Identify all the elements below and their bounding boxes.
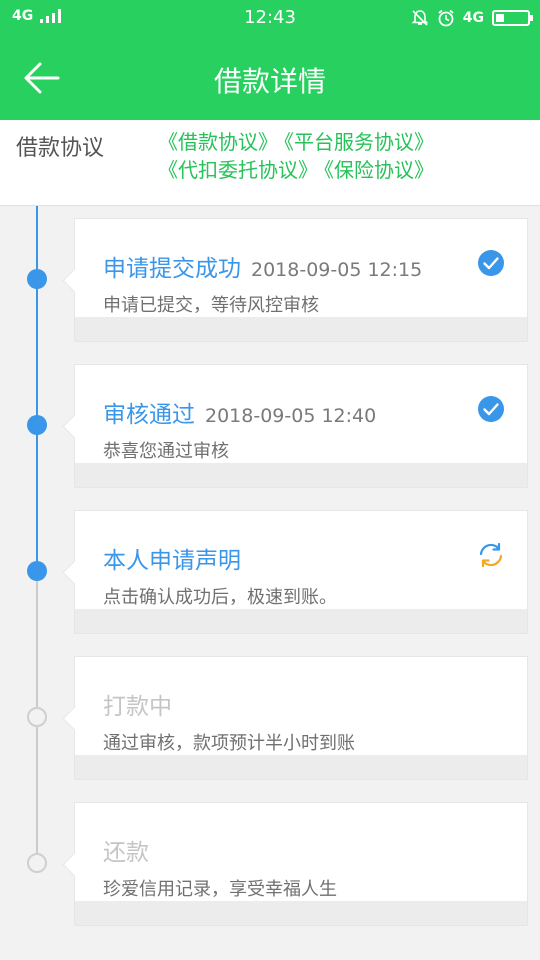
- step-description: 通过审核，款项预计半小时到账: [103, 733, 355, 754]
- status-right: 4G: [411, 7, 533, 29]
- timeline-card-personal-declaration[interactable]: 本人申请声明 点击确认成功后，极速到账。: [74, 510, 528, 634]
- timeline-line-completed: [36, 206, 38, 571]
- agreement-links: 《借款协议》 《平台服务协议》 《代扣委托协议》 《保险协议》: [158, 128, 530, 184]
- progress-timeline: 申请提交成功 2018-09-05 12:15 申请已提交，等待风控审核 审核通过…: [0, 206, 540, 960]
- step-description: 恭喜您通过审核: [103, 441, 229, 462]
- battery-icon: [492, 10, 533, 26]
- step-description: 点击确认成功后，极速到账。: [103, 587, 337, 608]
- mute-bell-icon: [411, 10, 429, 26]
- step-title: 还款: [103, 840, 149, 866]
- card-footer: [75, 317, 527, 341]
- timeline-dot-done: [27, 269, 47, 289]
- step-heading: 申请提交成功 2018-09-05 12:15: [103, 249, 422, 283]
- timeline-card-application-submitted: 申请提交成功 2018-09-05 12:15 申请已提交，等待风控审核: [74, 218, 528, 342]
- refresh-icon[interactable]: [477, 541, 505, 569]
- step-description: 申请已提交，等待风控审核: [103, 295, 319, 316]
- step-description: 珍爱信用记录，享受幸福人生: [103, 879, 337, 900]
- timeline-card-disbursing: 打款中 通过审核，款项预计半小时到账: [74, 656, 528, 780]
- timeline-dot-pending: [27, 853, 47, 873]
- agreements-section: 借款协议 《借款协议》 《平台服务协议》 《代扣委托协议》 《保险协议》: [0, 120, 540, 206]
- card-footer: [75, 609, 527, 633]
- card-footer: [75, 901, 527, 925]
- step-heading: 还款: [103, 833, 149, 867]
- timeline-card-review-passed: 审核通过 2018-09-05 12:40 恭喜您通过审核: [74, 364, 528, 488]
- step-heading: 审核通过 2018-09-05 12:40: [103, 395, 376, 429]
- step-date: 2018-09-05 12:40: [205, 405, 377, 427]
- timeline-card-repayment: 还款 珍爱信用记录，享受幸福人生: [74, 802, 528, 926]
- step-title: 打款中: [103, 694, 172, 720]
- check-circle-icon: [478, 396, 504, 422]
- alarm-icon: [438, 9, 454, 27]
- step-heading: 打款中: [103, 687, 172, 721]
- agreement-link-platform-service[interactable]: 《平台服务协议》: [284, 130, 434, 154]
- status-bar: 4G 12:43 4G: [0, 0, 540, 36]
- card-footer: [75, 463, 527, 487]
- step-title: 审核通过: [103, 402, 195, 428]
- step-title: 申请提交成功: [103, 256, 241, 282]
- title-bar: 借款详情: [0, 36, 540, 120]
- card-footer: [75, 755, 527, 779]
- agreement-link-withholding[interactable]: 《代扣委托协议》: [158, 158, 318, 182]
- network-indicator-right: 4G: [462, 10, 484, 26]
- timeline-dot-pending: [27, 707, 47, 727]
- timeline-dot-done: [27, 561, 47, 581]
- timeline-dot-done: [27, 415, 47, 435]
- page-title: 借款详情: [213, 65, 326, 98]
- agreement-link-loan[interactable]: 《借款协议》: [158, 130, 278, 154]
- check-circle-icon: [478, 250, 504, 276]
- step-date: 2018-09-05 12:15: [251, 259, 423, 281]
- agreements-label: 借款协议: [16, 136, 105, 161]
- step-title: 本人申请声明: [103, 548, 241, 574]
- agreement-link-insurance[interactable]: 《保险协议》: [324, 158, 434, 182]
- step-heading: 本人申请声明: [103, 541, 241, 575]
